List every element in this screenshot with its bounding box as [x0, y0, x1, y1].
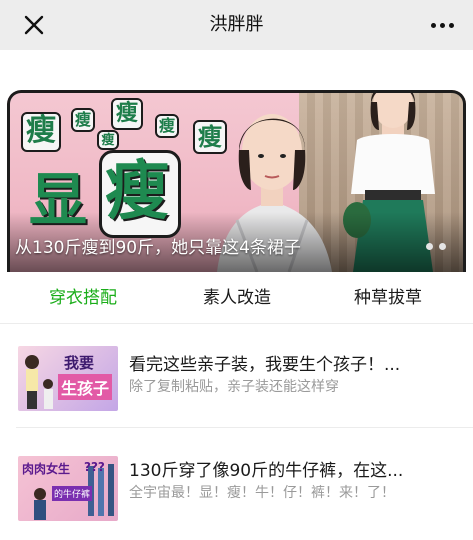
list-item[interactable]: 肉肉女生 ??? 的牛仔裤 130斤穿了像90斤的牛仔裤，在这... 全宇宙最！…	[0, 428, 473, 532]
tab-outfit-matching[interactable]: 穿衣搭配	[8, 272, 158, 324]
top-navbar: 洪胖胖	[0, 0, 473, 50]
article-subtitle: 全宇宙最！显！瘦！牛！仔！裤！来！了！	[129, 485, 395, 501]
more-dots-icon	[430, 22, 436, 28]
article-title: 130斤穿了像90斤的牛仔裤，在这...	[129, 461, 404, 481]
tab-makeover[interactable]: 素人改造	[162, 272, 312, 324]
tab-recommendations[interactable]: 种草拔草	[313, 272, 463, 324]
article-thumbnail: 肉肉女生 ??? 的牛仔裤	[18, 456, 118, 521]
article-list: 我要 生孩子 看完这些亲子装，我要生个孩子！... 除了复制粘贴，亲子装还能这样…	[0, 324, 473, 540]
pagination-dot[interactable]	[439, 243, 446, 250]
article-thumbnail: 我要 生孩子	[18, 346, 118, 411]
banner-caption: 从130斤瘦到90斤，她只靠这4条裙子	[15, 238, 301, 258]
thumbnail-text: 的牛仔裤	[52, 486, 93, 501]
thumbnail-text: 生孩子	[58, 374, 113, 400]
page-title: 洪胖胖	[209, 14, 264, 35]
category-tabs: 穿衣搭配 素人改造 种草拔草	[0, 272, 473, 324]
thumbnail-text: 肉肉女生	[22, 462, 71, 476]
article-subtitle: 除了复制粘贴，亲子装还能这样穿	[129, 379, 339, 395]
article-page: 洪胖胖 瘦 瘦 瘦 瘦 瘦 瘦 显 瘦 从130斤瘦到90斤，她只靠这4条裙子 …	[0, 0, 473, 540]
banner-pagination	[426, 243, 446, 250]
thumbnail-text: 我要	[64, 354, 95, 372]
more-button[interactable]	[425, 11, 459, 39]
article-title: 看完这些亲子装，我要生个孩子！...	[129, 355, 401, 375]
more-dots-icon	[448, 22, 454, 28]
more-dots-icon	[439, 22, 445, 28]
thumbnail-text: ???	[84, 460, 105, 474]
featured-banner[interactable]: 瘦 瘦 瘦 瘦 瘦 瘦 瘦 显 瘦 从130斤瘦到90斤，她只靠这4条裙子	[7, 50, 466, 272]
list-item[interactable]: 我要 生孩子 看完这些亲子装，我要生个孩子！... 除了复制粘贴，亲子装还能这样…	[0, 324, 473, 428]
pagination-dot[interactable]	[426, 243, 433, 250]
